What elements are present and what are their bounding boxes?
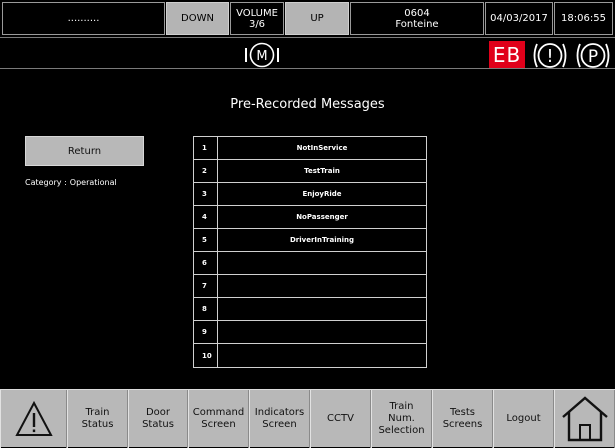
time-display: 18:06:55 [554, 2, 613, 35]
message-name [218, 321, 426, 343]
logout-button[interactable]: Logout [493, 390, 554, 448]
volume-down-button[interactable]: DOWN [166, 2, 229, 35]
page-title: Pre-Recorded Messages [230, 97, 385, 112]
message-number: 3 [194, 183, 218, 205]
tests-screens-button[interactable]: Tests Screens [432, 390, 493, 448]
top-bar: .......... DOWN VOLUME 3/6 UP 0604 Fonte… [0, 0, 615, 37]
volume-display: VOLUME 3/6 [230, 2, 284, 35]
emergency-brake-indicator: EB [489, 41, 525, 68]
message-name: TestTrain [304, 167, 340, 175]
message-name [218, 344, 426, 367]
indicator-row: M EB ! P [0, 37, 615, 69]
message-row[interactable]: 4 NoPassenger [194, 206, 426, 229]
message-name: NotInService [296, 144, 348, 152]
command-screen-button[interactable]: Command Screen [188, 390, 249, 448]
volume-value: 3/6 [248, 18, 266, 30]
home-button[interactable] [554, 390, 615, 448]
message-row[interactable]: 6 [194, 252, 426, 275]
message-number: 5 [194, 229, 218, 251]
message-number: 4 [194, 206, 218, 228]
message-number: 10 [194, 344, 218, 367]
status-text: .......... [67, 13, 100, 24]
cctv-button[interactable]: CCTV [310, 390, 371, 448]
message-row[interactable]: 2 TestTrain [194, 160, 426, 183]
parking-brake-icon: P [576, 43, 610, 68]
message-row[interactable]: 7 [194, 275, 426, 298]
eb-label: EB [492, 42, 522, 67]
train-num-selection-button[interactable]: Train Num. Selection [371, 390, 432, 448]
status-field: .......... [2, 2, 165, 35]
message-number: 7 [194, 275, 218, 297]
return-button[interactable]: Return [25, 136, 144, 166]
station-name: Fonteine [395, 18, 439, 30]
message-row[interactable]: 5 DriverInTraining [194, 229, 426, 252]
volume-up-label: UP [310, 13, 324, 24]
message-name [218, 298, 426, 320]
train-number: 0604 [404, 7, 430, 19]
indicators-screen-button[interactable]: Indicators Screen [249, 390, 310, 448]
message-row[interactable]: 8 [194, 298, 426, 321]
motor-icon: M [245, 42, 279, 68]
message-number: 9 [194, 321, 218, 343]
return-label: Return [67, 145, 102, 157]
date-text: 04/03/2017 [490, 13, 548, 24]
category-value: Operational [69, 178, 117, 187]
train-info: 0604 Fonteine [350, 2, 484, 35]
parking-label: P [588, 47, 598, 67]
date-display: 04/03/2017 [485, 2, 553, 35]
message-name: DriverInTraining [290, 236, 354, 244]
message-table: 1 NotInService 2 TestTrain 3 EnjoyRide 4 NoP… [193, 136, 427, 368]
message-number: 2 [194, 160, 218, 182]
volume-up-button[interactable]: UP [285, 2, 349, 35]
warning-label: ! [546, 46, 553, 67]
volume-down-label: DOWN [181, 13, 214, 24]
warning-icon: ! [533, 43, 567, 68]
message-row[interactable]: 9 [194, 321, 426, 344]
message-number: 8 [194, 298, 218, 320]
message-number: 6 [194, 252, 218, 274]
home-icon [561, 396, 608, 442]
motor-label: M [256, 49, 267, 64]
message-name: EnjoyRide [302, 190, 342, 198]
volume-label: VOLUME [236, 7, 278, 19]
message-name [218, 252, 426, 274]
alarm-button[interactable] [0, 390, 67, 448]
train-status-button[interactable]: Train Status [67, 390, 128, 448]
door-status-button[interactable]: Door Status [128, 390, 188, 448]
category-info: Category : Operational [25, 178, 117, 187]
message-name: NoPassenger [296, 213, 348, 221]
time-text: 18:06:55 [561, 13, 606, 24]
message-row[interactable]: 1 NotInService [194, 137, 426, 160]
message-row[interactable]: 3 EnjoyRide [194, 183, 426, 206]
message-name [218, 275, 426, 297]
category-label: Category : [25, 178, 67, 187]
message-number: 1 [194, 137, 218, 159]
warning-triangle-icon [14, 400, 53, 436]
message-row[interactable]: 10 [194, 344, 426, 367]
bottom-nav: Train Status Door Status Command Screen … [0, 389, 615, 448]
